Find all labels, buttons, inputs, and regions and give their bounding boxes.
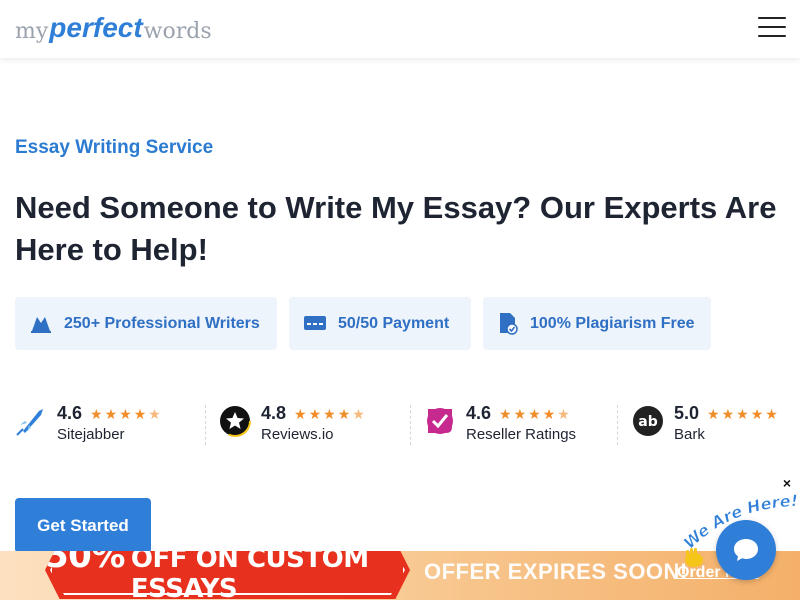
rating-site: Bark [674,426,705,443]
logo-words: words [143,19,212,44]
page-title: Need Someone to Write My Essay? Our Expe… [15,190,777,267]
star-rating: ★ ★ ★ ★ ★ [90,405,161,422]
logo-my: my [15,19,49,44]
hamburger-menu-icon[interactable] [758,17,786,39]
rating-reseller-ratings[interactable]: 4.6 ★ ★ ★ ★ ★ Reseller Ratings [424,403,576,447]
feature-label: 100% Plagiarism Free [530,314,695,332]
credit-card-icon [304,315,326,330]
rating-score: 4.8 [261,403,287,423]
waving-hand-icon [685,548,703,567]
get-started-button[interactable]: Get Started [15,498,151,553]
star-rating: ★ ★ ★ ★ ★ [499,405,570,422]
rating-score: 5.0 [674,403,700,423]
rating-site: Reviews.io [261,426,334,443]
discount-percent: 50% [45,551,125,576]
site-header: my perfect words [0,0,800,58]
feature-label: 50/50 Payment [338,314,450,332]
document-check-icon [500,312,518,335]
feature-payment: 50/50 Payment [289,297,471,350]
rating-score: 4.6 [466,403,492,423]
rating-divider [617,405,618,445]
rating-site: Sitejabber [57,426,125,443]
rating-bark[interactable]: ab 5.0 ★ ★ ★ ★ ★ Bark [632,403,780,447]
rating-sitejabber[interactable]: 4.6 ★ ★ ★ ★ ★ Sitejabber [15,403,163,447]
feature-writers: 250+ Professional Writers [15,297,277,350]
rating-divider [410,405,411,445]
logo-perfect: perfect [49,12,143,43]
rating-divider [205,405,206,445]
writer-pen-icon [31,316,51,333]
rating-site: Reseller Ratings [466,426,577,443]
chat-bubble-icon [734,539,758,561]
discount-text: OFF ON CUSTOM ESSAYS [130,551,369,600]
rating-reviews-io[interactable]: 4.8 ★ ★ ★ ★ ★ Reviews.io [219,403,367,447]
svg-text:ab: ab [638,414,657,430]
sitejabber-rocket-icon [16,409,43,436]
feature-plagiarism: 100% Plagiarism Free [483,297,711,350]
section-eyebrow: Essay Writing Service [15,137,214,158]
site-logo[interactable]: my perfect words [15,12,212,44]
star-rating: ★ ★ ★ ★ ★ [707,405,778,422]
bark-logo-icon: ab [633,406,663,436]
chat-button[interactable] [716,520,776,580]
reseller-ratings-check-icon [427,408,453,434]
feature-label: 250+ Professional Writers [64,314,260,332]
star-rating: ★ ★ ★ ★ ★ [294,405,365,422]
reviews-io-star-icon [219,405,251,437]
offer-text: OFFER EXPIRES SOON! [424,559,688,584]
rating-score: 4.6 [57,403,83,423]
discount-ribbon: 50% OFF ON CUSTOM ESSAYS [45,551,410,599]
close-icon[interactable]: × [779,475,795,491]
